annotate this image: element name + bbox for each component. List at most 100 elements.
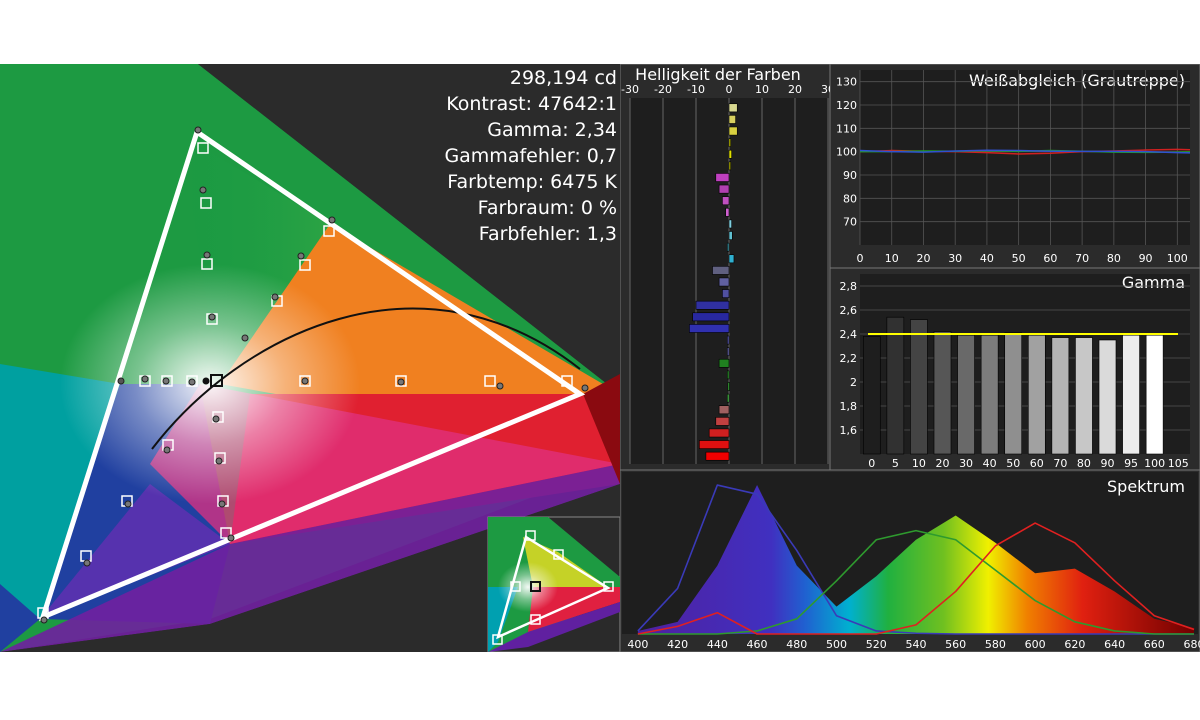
stat-contrast: Kontrast: 47642:1	[446, 93, 617, 115]
wb-xtick-label: 0	[857, 252, 864, 265]
wb-xtick-label: 100	[1167, 252, 1188, 265]
spectrum-xtick-label: 620	[1064, 638, 1085, 651]
gamma-bar	[1098, 339, 1117, 455]
spectrum-xtick-label: 520	[866, 638, 887, 651]
helligkeit-bar	[728, 149, 732, 159]
wb-ytick-label: 120	[836, 99, 857, 112]
gamma-xtick-label: 30	[959, 457, 973, 470]
gamma-xtick-label: 60	[1030, 457, 1044, 470]
wb-xtick-label: 60	[1043, 252, 1057, 265]
gamma-bar	[1004, 332, 1023, 455]
spectrum-xtick-label: 420	[667, 638, 688, 651]
helligkeit-bar	[725, 207, 730, 217]
measured-marker	[271, 293, 279, 301]
helligkeit-bar	[728, 161, 731, 171]
spektrum-title: Spektrum	[1107, 477, 1185, 496]
helligkeit-bar	[699, 440, 730, 449]
measured-marker	[83, 559, 91, 567]
spectrum-xtick-label: 580	[985, 638, 1006, 651]
spektrum-chart: Spektrum 400 420 440 460 480 500 520 540 560 580 6…	[620, 470, 1200, 652]
wb-ytick-label: 130	[836, 76, 857, 89]
spectrum-xtick-label: 680	[1184, 638, 1200, 651]
helligkeit-bar	[722, 289, 730, 298]
spectrum-xtick-label: 400	[627, 638, 648, 651]
spectrum-xtick-label: 540	[905, 638, 926, 651]
stat-gamma-error: Gammafehler: 0,7	[444, 145, 617, 167]
spectrum-xtick-label: 660	[1144, 638, 1165, 651]
weissabgleich-chart: Weißabgleich (Grautreppe) 70809010011012…	[830, 64, 1200, 268]
wb-xtick-label: 30	[948, 252, 962, 265]
measured-marker	[199, 186, 207, 194]
helligkeit-bar	[727, 242, 730, 252]
gamma-bar	[1145, 334, 1164, 455]
gamma-bar	[1075, 337, 1093, 455]
gamma-bar	[862, 336, 881, 455]
helligkeit-bar	[718, 184, 730, 194]
wb-xtick-label: 50	[1012, 252, 1026, 265]
measured-marker	[218, 500, 226, 508]
gamma-bar	[1122, 334, 1140, 455]
helligkeit-tick-label: 10	[755, 83, 769, 96]
cie-inset	[487, 516, 620, 652]
wb-xtick-label: 70	[1075, 252, 1089, 265]
helligkeit-bar	[692, 312, 730, 322]
helligkeit-title: Helligkeit der Farben	[635, 65, 801, 84]
gamma-ytick-label: 2,8	[840, 280, 858, 293]
helligkeit-bar	[728, 115, 736, 124]
stat-luminance: 298,194 cd	[510, 67, 617, 89]
measured-marker	[397, 378, 405, 386]
gamma-chart: Gamma 1,6 1,8 2 2,2 2,4 2,6 2,8 0 5 10 20 30 40 50 60 7…	[830, 268, 1200, 470]
wb-ytick-label: 100	[836, 146, 857, 159]
wb-xtick-label: 80	[1107, 252, 1121, 265]
gamma-xtick-label: 5	[892, 457, 899, 470]
gamma-bar	[980, 334, 999, 455]
measured-marker	[215, 457, 223, 465]
stats-block: 298,194 cd Kontrast: 47642:1 Gamma: 2,34…	[444, 67, 617, 245]
gamma-xtick-label: 20	[936, 457, 950, 470]
gamma-bar	[957, 334, 975, 455]
gamma-xtick-label: 50	[1006, 457, 1020, 470]
measured-marker	[241, 334, 249, 342]
helligkeit-bar	[727, 393, 730, 403]
helligkeit-bar	[718, 405, 730, 415]
wb-ytick-label: 90	[843, 169, 857, 182]
measured-marker	[40, 616, 48, 624]
helligkeit-bar	[718, 277, 730, 287]
weissabgleich-title: Weißabgleich (Grautreppe)	[969, 71, 1185, 90]
measured-marker	[188, 378, 196, 386]
helligkeit-tick-label: 20	[788, 83, 802, 96]
gamma-ytick-label: 1,6	[840, 424, 858, 437]
gamma-xtick-label: 105	[1168, 457, 1189, 470]
gamma-bar	[1051, 337, 1070, 455]
wb-xtick-label: 90	[1139, 252, 1153, 265]
measured-marker	[212, 415, 220, 423]
helligkeit-bar	[728, 231, 733, 240]
measured-marker	[203, 251, 211, 259]
gamma-bar	[886, 316, 905, 455]
calibration-report: 298,194 cd Kontrast: 47642:1 Gamma: 2,34…	[0, 64, 1200, 652]
measured-marker	[124, 500, 132, 508]
helligkeit-bar	[727, 370, 730, 380]
spectrum-xtick-label: 600	[1025, 638, 1046, 651]
wb-ytick-label: 70	[843, 216, 857, 229]
stat-color-temp: Farbtemp: 6475 K	[447, 171, 617, 193]
helligkeit-bar	[708, 428, 730, 438]
gamma-title: Gamma	[1122, 273, 1185, 292]
gamma-xtick-label: 40	[983, 457, 997, 470]
gamma-xtick-label: 10	[912, 457, 926, 470]
gamma-ytick-label: 2,4	[840, 328, 858, 341]
measured-marker	[496, 382, 504, 390]
measured-marker	[141, 375, 149, 383]
stat-color-error: Farbfehler: 1,3	[479, 223, 617, 245]
spectrum-xtick-label: 640	[1104, 638, 1125, 651]
spectrum-xtick-label: 500	[826, 638, 847, 651]
helligkeit-bar	[695, 300, 730, 310]
helligkeit-tick-label: -20	[654, 83, 672, 96]
gamma-ytick-label: 2,6	[840, 304, 858, 317]
measured-marker	[194, 126, 202, 134]
gamma-bar	[910, 319, 928, 455]
helligkeit-bar	[728, 138, 731, 148]
helligkeit-bar	[727, 335, 730, 345]
gamma-xtick-label: 80	[1077, 457, 1091, 470]
gamma-xtick-label: 90	[1101, 457, 1115, 470]
